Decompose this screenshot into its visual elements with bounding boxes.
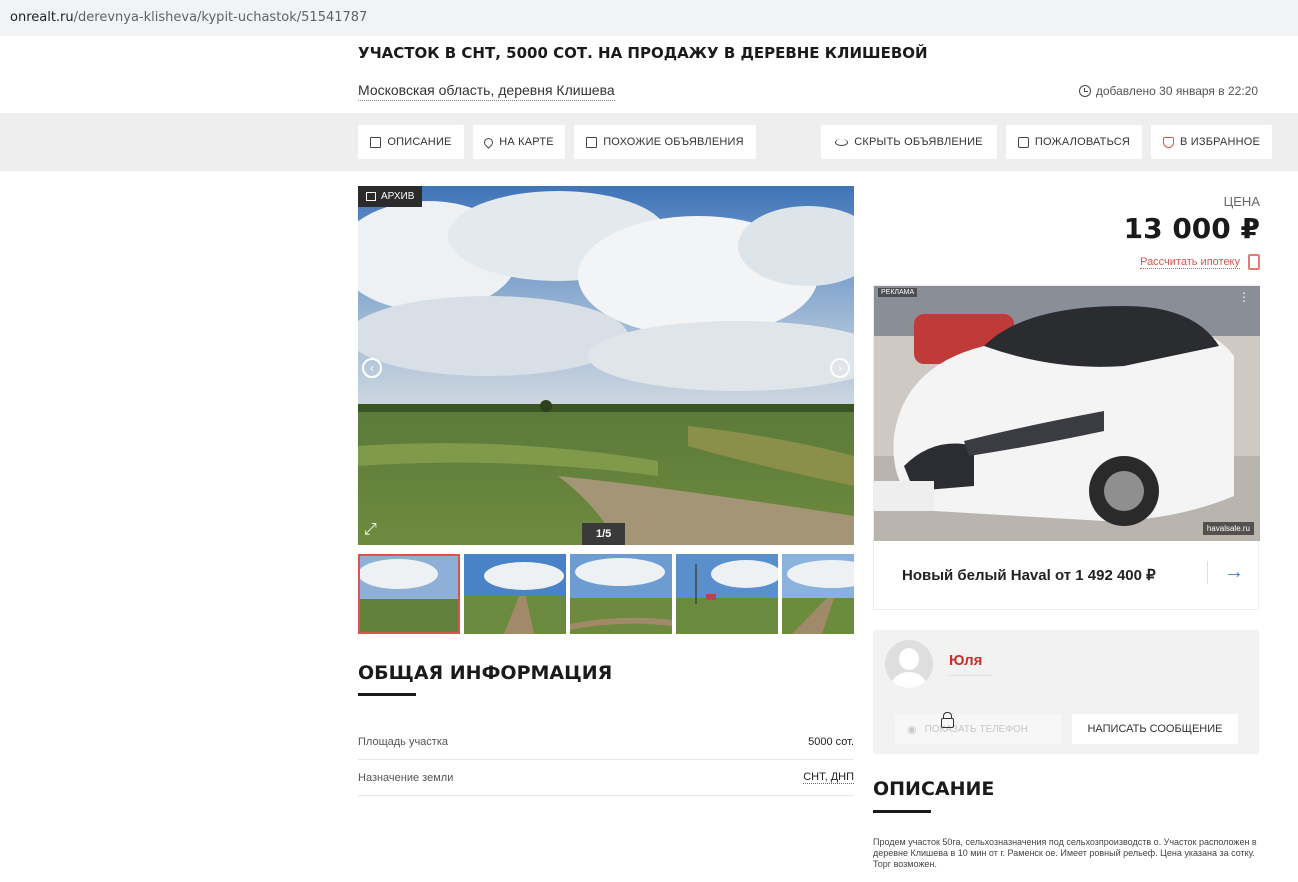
favorite-button-label: В ИЗБРАННОЕ	[1179, 136, 1261, 148]
next-photo-button[interactable]: ›	[830, 358, 850, 378]
show-phone-button[interactable]: ◉ ПОКАЗАТЬ ТЕЛЕФОН	[895, 714, 1061, 744]
eye-closed-icon	[835, 138, 849, 146]
archive-icon	[366, 192, 376, 201]
added-date-text: добавлено 30 января в 22:20	[1095, 84, 1258, 98]
address-bar[interactable]: onrealt.ru/derevnya-klisheva/kypit-uchas…	[0, 0, 1298, 36]
description-button-label: ОПИСАНИЕ	[387, 136, 452, 148]
ad-text: Новый белый Haval от 1 492 400 ₽	[902, 567, 1156, 584]
thumbs-up-icon	[1162, 136, 1174, 148]
arrow-right-icon[interactable]: →	[1207, 561, 1244, 584]
ad-image: РЕКЛАМА ⋮ havalsale.ru	[874, 286, 1260, 541]
info-value[interactable]: СНТ, ДНП	[803, 771, 854, 784]
similar-listings-button[interactable]: ПОХОЖИЕ ОБЪЯВЛЕНИЯ	[574, 125, 756, 159]
thumbnail-strip	[358, 554, 854, 634]
description-text: Продем участок 50га, сельхозназначения п…	[873, 837, 1257, 869]
thumbnail[interactable]	[570, 554, 672, 634]
price-label: ЦЕНА	[1223, 194, 1260, 209]
description-heading: ОПИСАНИЕ	[873, 778, 995, 800]
eye-icon: ◉	[907, 723, 917, 736]
ad-tag: РЕКЛАМА	[878, 288, 918, 297]
avatar	[885, 640, 933, 688]
map-pin-icon	[482, 135, 496, 149]
url-path: /derevnya-klisheva/kypit-uchastok/515417…	[73, 10, 368, 25]
info-key: Назначение земли	[358, 771, 454, 784]
fullscreen-icon[interactable]: ⤢	[364, 521, 377, 539]
copy-icon	[586, 136, 598, 148]
description-button[interactable]: ОПИСАНИЕ	[358, 125, 464, 159]
archive-badge: АРХИВ	[358, 186, 423, 207]
prev-photo-button[interactable]: ‹	[362, 358, 382, 378]
info-key: Площадь участка	[358, 735, 448, 748]
main-photo	[358, 186, 854, 545]
report-button-label: ПОЖАЛОВАТЬСЯ	[1034, 136, 1131, 148]
thumbnail[interactable]	[676, 554, 778, 634]
added-date: добавлено 30 января в 22:20	[1078, 84, 1258, 98]
write-message-button[interactable]: НАПИСАТЬ СООБЩЕНИЕ	[1072, 714, 1238, 744]
seller-name[interactable]: Юля	[949, 652, 993, 676]
thumbnail[interactable]	[464, 554, 566, 634]
advertisement-card[interactable]: РЕКЛАМА ⋮ havalsale.ru Новый белый Haval…	[873, 285, 1260, 610]
archive-badge-label: АРХИВ	[381, 191, 415, 202]
map-button-label: НА КАРТЕ	[499, 136, 554, 148]
message-icon	[1017, 136, 1029, 148]
hide-listing-label: СКРЫТЬ ОБЪЯВЛЕНИЕ	[854, 136, 983, 148]
report-button[interactable]: ПОЖАЛОВАТЬСЯ	[1006, 125, 1142, 159]
favorite-button[interactable]: В ИЗБРАННОЕ	[1151, 125, 1272, 159]
similar-listings-label: ПОХОЖИЕ ОБЪЯВЛЕНИЯ	[603, 136, 744, 148]
calculator-icon[interactable]	[1248, 254, 1260, 270]
map-button[interactable]: НА КАРТЕ	[473, 125, 565, 159]
heading-underline	[873, 810, 931, 813]
photo-gallery[interactable]: АРХИВ ‹ › ⤢ 1/5	[358, 186, 854, 545]
price-value: 13 000 ₽	[1123, 212, 1260, 245]
mortgage-calculator-link[interactable]: Рассчитать ипотеку	[1140, 256, 1240, 269]
heading-underline	[358, 693, 416, 696]
info-row: Площадь участка 5000 сот.	[358, 724, 854, 760]
more-options-icon[interactable]: ⋮	[1238, 290, 1250, 304]
info-value: 5000 сот.	[808, 735, 854, 748]
lock-icon	[941, 712, 954, 728]
thumbnail[interactable]	[782, 554, 854, 634]
photo-counter: 1/5	[582, 523, 626, 545]
url-host: onrealt.ru	[10, 10, 74, 25]
address-link[interactable]: Московская область, деревня Клишева	[358, 82, 615, 101]
clock-icon	[1078, 85, 1091, 97]
document-icon	[370, 136, 382, 148]
info-row: Назначение земли СНТ, ДНП	[358, 760, 854, 796]
general-info-heading: ОБЩАЯ ИНФОРМАЦИЯ	[358, 662, 613, 684]
thumbnail[interactable]	[358, 554, 460, 634]
page-title: УЧАСТОК В СНТ, 5000 СОТ. НА ПРОДАЖУ В ДЕ…	[358, 44, 928, 62]
ad-logo: havalsale.ru	[1202, 522, 1254, 535]
hide-listing-button[interactable]: СКРЫТЬ ОБЪЯВЛЕНИЕ	[821, 125, 997, 159]
seller-card: Юля ◉ ПОКАЗАТЬ ТЕЛЕФОН НАПИСАТЬ СООБЩЕНИ…	[873, 630, 1259, 754]
